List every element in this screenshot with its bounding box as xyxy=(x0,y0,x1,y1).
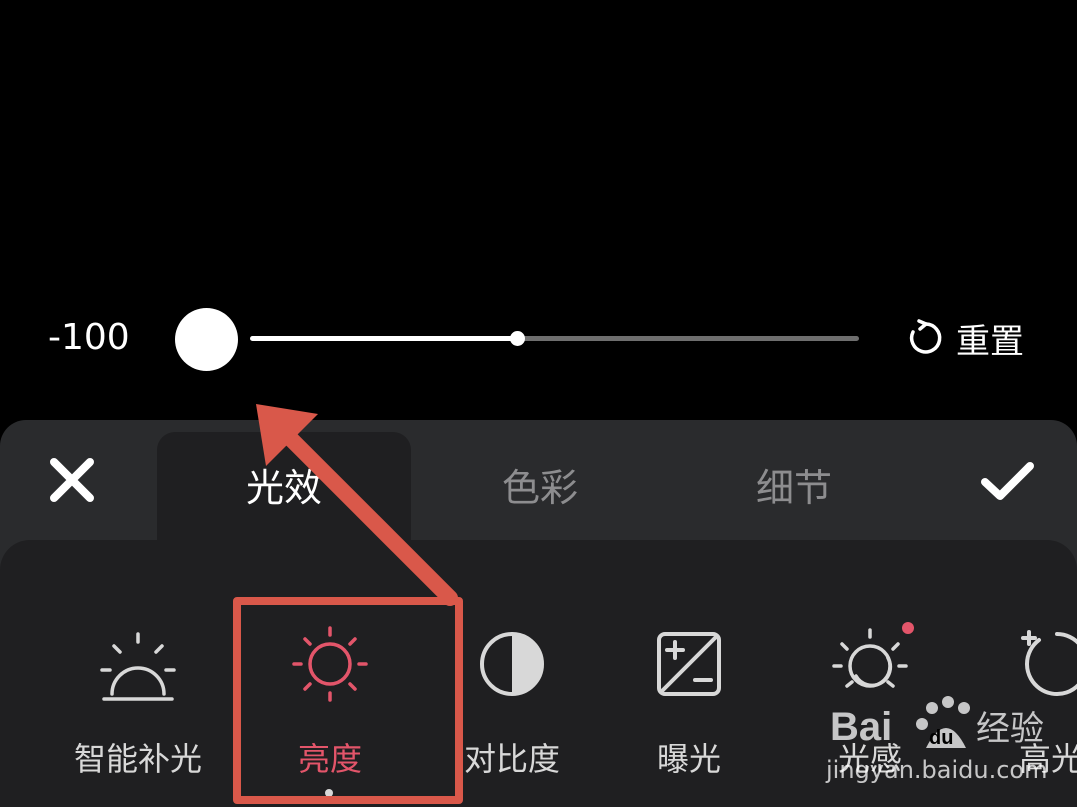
close-button[interactable] xyxy=(48,456,96,504)
sunrise-icon xyxy=(100,632,176,701)
watermark-url: jingyan.baidu.com xyxy=(826,756,1048,784)
svg-text:Bai: Bai xyxy=(830,705,892,749)
tab-color[interactable]: 色彩 xyxy=(413,462,667,514)
tool-exposure[interactable]: 曝光 xyxy=(614,624,764,794)
svg-text:du: du xyxy=(929,727,953,749)
confirm-button[interactable] xyxy=(980,458,1036,506)
exposure-icon xyxy=(657,632,721,696)
annotation-highlight-box xyxy=(233,597,463,804)
reset-button[interactable]: 重置 xyxy=(906,316,1024,362)
slider-value: -100 xyxy=(48,317,130,358)
slider-track-filled[interactable] xyxy=(250,336,517,341)
svg-text:经验: 经验 xyxy=(976,709,1044,749)
contrast-icon xyxy=(480,632,544,696)
reset-label: 重置 xyxy=(956,321,1024,362)
tool-label: 智能补光 xyxy=(73,740,202,778)
close-icon xyxy=(50,458,94,502)
slider-thumb[interactable] xyxy=(175,308,238,371)
new-badge xyxy=(902,622,914,634)
tool-label: 曝光 xyxy=(656,740,721,778)
reset-icon xyxy=(909,319,942,354)
tab-detail[interactable]: 细节 xyxy=(667,462,921,514)
slider-track-empty[interactable] xyxy=(517,336,859,341)
slider-center-marker xyxy=(510,331,525,346)
tab-light-effect[interactable]: 光效 xyxy=(157,462,411,514)
tool-smart-fill-light[interactable]: 智能补光 xyxy=(63,624,213,794)
checkmark-icon xyxy=(981,462,1034,500)
